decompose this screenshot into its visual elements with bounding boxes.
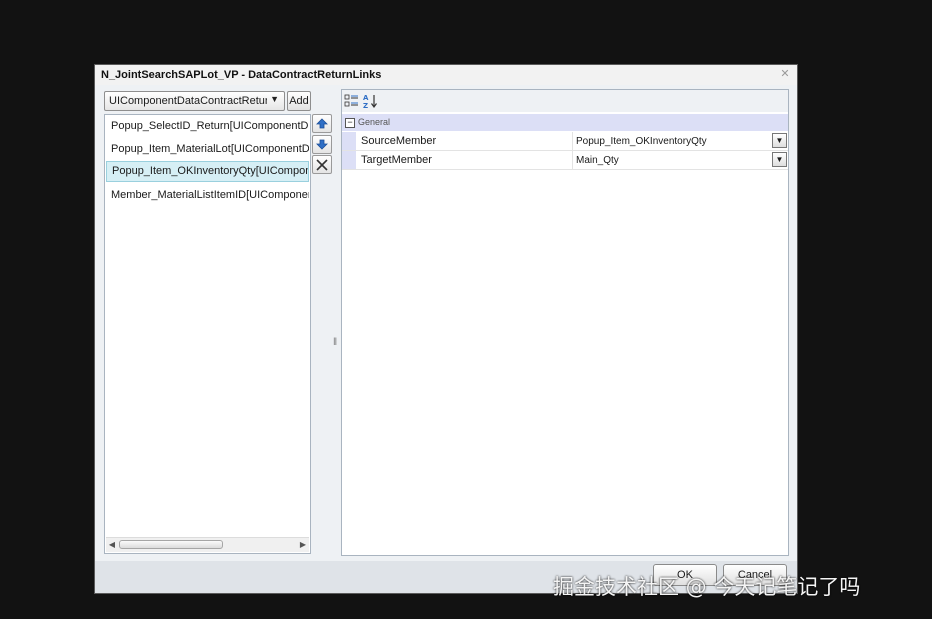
property-grid: A Z − General SourceMember Popup_Item_OK… bbox=[341, 89, 789, 556]
delete-button[interactable] bbox=[312, 155, 332, 174]
horizontal-scrollbar[interactable]: ◀ ▶ bbox=[106, 537, 309, 552]
arrow-up-icon bbox=[316, 118, 328, 129]
combobox-value: UIComponentDataContractReturn bbox=[109, 95, 267, 107]
dropdown-arrow-icon[interactable]: ▼ bbox=[772, 133, 787, 148]
category-label: General bbox=[358, 117, 391, 127]
add-button[interactable]: Add bbox=[287, 91, 311, 111]
splitter-grip-icon[interactable]: ‖ bbox=[333, 337, 337, 348]
dialog-content: UIComponentDataContractReturn ▼ Add Popu… bbox=[95, 85, 797, 561]
categorized-icon bbox=[344, 94, 358, 107]
scrollbar-thumb[interactable] bbox=[119, 540, 223, 549]
property-name: SourceMember bbox=[361, 135, 437, 147]
alphabetical-view-button[interactable]: A Z bbox=[362, 93, 378, 110]
row-gutter bbox=[342, 132, 356, 150]
title-bar: N_JointSearchSAPLot_VP - DataContractRet… bbox=[95, 65, 797, 86]
row-gutter bbox=[342, 151, 356, 169]
close-icon[interactable]: ✕ bbox=[779, 68, 791, 80]
svg-text:A: A bbox=[363, 94, 369, 102]
category-general: − General bbox=[342, 114, 788, 131]
property-row-target-member[interactable]: TargetMember Main_Qty ▼ bbox=[342, 151, 788, 170]
window-title: N_JointSearchSAPLot_VP - DataContractRet… bbox=[101, 69, 382, 81]
dialog-window: N_JointSearchSAPLot_VP - DataContractRet… bbox=[94, 64, 798, 594]
scroll-right-icon[interactable]: ▶ bbox=[297, 540, 309, 549]
sort-az-icon: A Z bbox=[363, 94, 377, 110]
move-down-button[interactable] bbox=[312, 135, 332, 154]
categorized-view-button[interactable] bbox=[344, 93, 360, 109]
column-divider bbox=[572, 151, 573, 169]
delete-x-icon bbox=[316, 159, 328, 171]
return-links-list[interactable]: Popup_SelectID_Return[UIComponentDataCon… bbox=[104, 114, 311, 554]
dropdown-arrow-icon[interactable]: ▼ bbox=[772, 152, 787, 167]
property-name: TargetMember bbox=[361, 154, 432, 166]
svg-text:Z: Z bbox=[363, 102, 368, 109]
list-item[interactable]: Popup_Item_MaterialLot[UIComponentDataCo… bbox=[106, 139, 309, 160]
list-item-selected[interactable]: Popup_Item_OKInventoryQty[UIComponentDat… bbox=[106, 161, 309, 182]
arrow-down-icon bbox=[316, 139, 328, 150]
move-up-button[interactable] bbox=[312, 114, 332, 133]
scroll-left-icon[interactable]: ◀ bbox=[106, 540, 118, 549]
component-combobox[interactable]: UIComponentDataContractReturn ▼ bbox=[104, 91, 285, 111]
collapse-icon[interactable]: − bbox=[345, 118, 355, 128]
column-divider bbox=[572, 132, 573, 150]
list-item[interactable]: Member_MaterialListItemID[UIComponentDat… bbox=[106, 185, 309, 206]
property-value[interactable]: Popup_Item_OKInventoryQty bbox=[576, 136, 766, 147]
property-value[interactable]: Main_Qty bbox=[576, 155, 766, 166]
chevron-down-icon: ▼ bbox=[270, 94, 279, 104]
list-item[interactable]: Popup_SelectID_Return[UIComponentDataCon… bbox=[106, 116, 309, 137]
property-grid-toolbar: A Z bbox=[342, 90, 788, 113]
property-row-source-member[interactable]: SourceMember Popup_Item_OKInventoryQty ▼ bbox=[342, 132, 788, 151]
watermark: 掘金技术社区 @ 今天记笔记了吗 bbox=[553, 575, 861, 599]
